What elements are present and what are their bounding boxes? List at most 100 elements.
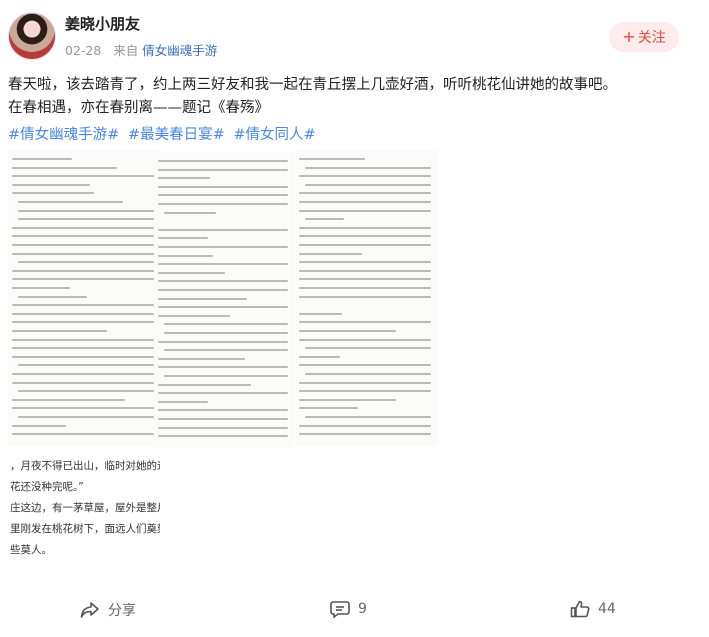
image-text-line — [158, 435, 288, 438]
image-text-line — [12, 269, 154, 272]
image-text-line — [299, 321, 431, 324]
image-text-line — [18, 295, 87, 298]
image-text-line — [164, 211, 216, 214]
image-text-line — [158, 289, 288, 291]
image-text-line — [158, 306, 288, 309]
image-text-line — [18, 209, 154, 212]
image-text-line — [158, 340, 288, 343]
story-image-page[interactable] — [154, 152, 294, 448]
image-text-line — [299, 235, 431, 238]
image-text-line — [164, 375, 288, 377]
action-bar: 分享 9 44 — [0, 592, 709, 632]
image-text-line — [18, 416, 154, 418]
like-button[interactable]: 44 — [570, 600, 616, 618]
image-text-line — [299, 287, 431, 289]
image-text-line — [158, 314, 230, 317]
image-text-line — [12, 175, 154, 178]
image-text-line: ，月夜不得已出山，临时对她的退缩说到：“等 — [10, 460, 160, 472]
avatar[interactable] — [8, 12, 56, 60]
post-text-line: 在春相遇，亦在春别离——题记《春殇》 — [8, 100, 269, 116]
image-text-line — [18, 261, 154, 264]
image-text-line — [158, 383, 252, 386]
topic-link[interactable]: #倩女同人# — [233, 127, 315, 143]
username[interactable]: 姜晓小朋友 — [65, 13, 140, 34]
image-text-line — [12, 235, 154, 238]
image-text-line: 里刚发在桃花树下，面远人们奠劾为桃花仙，！ — [10, 523, 160, 535]
image-text-line — [299, 201, 431, 203]
image-text-line — [299, 338, 431, 341]
share-button[interactable]: 分享 — [80, 600, 136, 620]
image-text-line — [12, 321, 154, 324]
image-text-line — [299, 261, 431, 264]
image-text-line — [12, 347, 154, 350]
image-text-line — [299, 295, 431, 298]
comment-button[interactable]: 9 — [330, 600, 367, 618]
image-text-line — [18, 201, 123, 203]
image-text-line — [299, 158, 366, 160]
story-image-page[interactable] — [8, 150, 160, 446]
image-text-line — [305, 373, 431, 375]
image-text-line — [158, 160, 288, 162]
image-text-line — [299, 252, 363, 255]
image-text-line — [158, 228, 288, 231]
topic-link[interactable]: #倩女幽魂手游# — [8, 127, 119, 143]
topic-list: #倩女幽魂手游# #最美春日宴# #倩女同人# — [8, 123, 320, 144]
image-text-line — [305, 183, 431, 186]
image-text-line — [158, 168, 288, 171]
image-text-line — [299, 175, 431, 178]
share-label: 分享 — [108, 603, 136, 619]
image-text-line — [12, 381, 154, 384]
image-text-line — [158, 185, 288, 188]
image-text-line — [299, 192, 431, 195]
image-text-line — [164, 332, 288, 334]
image-text-line: 些莫人。 — [10, 544, 52, 556]
image-text-line — [305, 166, 431, 169]
image-text-line — [158, 426, 288, 429]
story-image-page[interactable]: ，月夜不得已出山，临时对她的退缩说到：“等 花还没种完呢。” 庄这边，有一茅草屋… — [8, 452, 160, 582]
image-text-line — [18, 364, 154, 367]
image-text-line — [18, 218, 154, 221]
post-date: 02-28 — [65, 43, 102, 58]
image-text-line — [299, 424, 431, 427]
image-text-line — [12, 244, 154, 246]
image-text-line — [158, 392, 288, 395]
plus-icon: + — [622, 27, 636, 46]
image-text-line — [299, 226, 431, 229]
image-gallery: ，月夜不得已出山，临时对她的退缩说到：“等 花还没种完呢。” 庄这边，有一茅草屋… — [8, 150, 618, 582]
image-text-line — [158, 246, 288, 248]
image-text-line — [12, 407, 154, 410]
image-text-line — [164, 349, 288, 352]
image-text-line: 花还没种完呢。” — [10, 481, 84, 493]
image-text-line — [158, 297, 247, 300]
image-text-line — [18, 390, 154, 393]
source-link[interactable]: 倩女幽魂手游 — [142, 43, 217, 58]
image-text-line — [299, 312, 343, 315]
post-header: 姜晓小朋友 02-28 来自 倩女幽魂手游 + 关注 — [8, 8, 701, 64]
image-text-line — [12, 226, 154, 229]
image-text-line — [158, 280, 288, 283]
thumbs-up-icon — [570, 600, 590, 618]
image-text-line — [299, 355, 340, 358]
image-text-line — [299, 390, 431, 393]
follow-button[interactable]: + 关注 — [609, 22, 679, 52]
image-text-line — [299, 433, 431, 436]
like-count: 44 — [598, 601, 616, 617]
image-text-line — [12, 252, 154, 255]
post-text-line: 春天啦，该去踏青了，约上两三好友和我一起在青丘摆上几壶好酒，听听桃花仙讲她的故事… — [8, 77, 617, 93]
topic-link[interactable]: #最美春日宴# — [128, 127, 225, 143]
image-text-line — [158, 203, 288, 205]
story-image-page[interactable] — [295, 150, 437, 446]
comment-count: 9 — [358, 601, 367, 617]
share-icon — [80, 601, 100, 619]
image-text-line — [299, 209, 431, 212]
image-text-line — [12, 433, 154, 436]
image-text-line — [158, 254, 214, 257]
image-text-line — [158, 177, 210, 180]
image-text-line — [158, 357, 245, 360]
image-text-line — [305, 218, 345, 221]
image-text-line — [299, 244, 431, 246]
image-text-line — [158, 271, 226, 274]
image-text-line — [12, 424, 66, 427]
image-text-line — [158, 194, 288, 197]
image-text-line — [299, 398, 396, 401]
